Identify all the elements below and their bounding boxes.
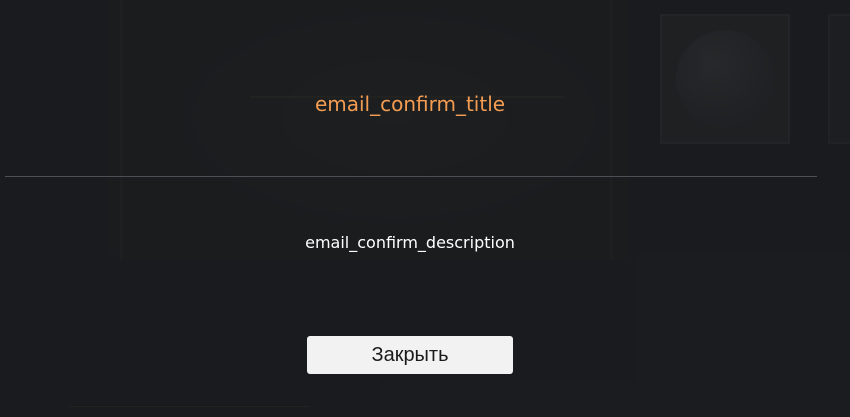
modal-divider <box>5 176 817 177</box>
page: email_confirm_title email_confirm_descri… <box>0 0 850 417</box>
close-button[interactable]: Закрыть <box>307 336 513 374</box>
modal-description: email_confirm_description <box>305 233 515 252</box>
modal-title: email_confirm_title <box>314 92 506 116</box>
